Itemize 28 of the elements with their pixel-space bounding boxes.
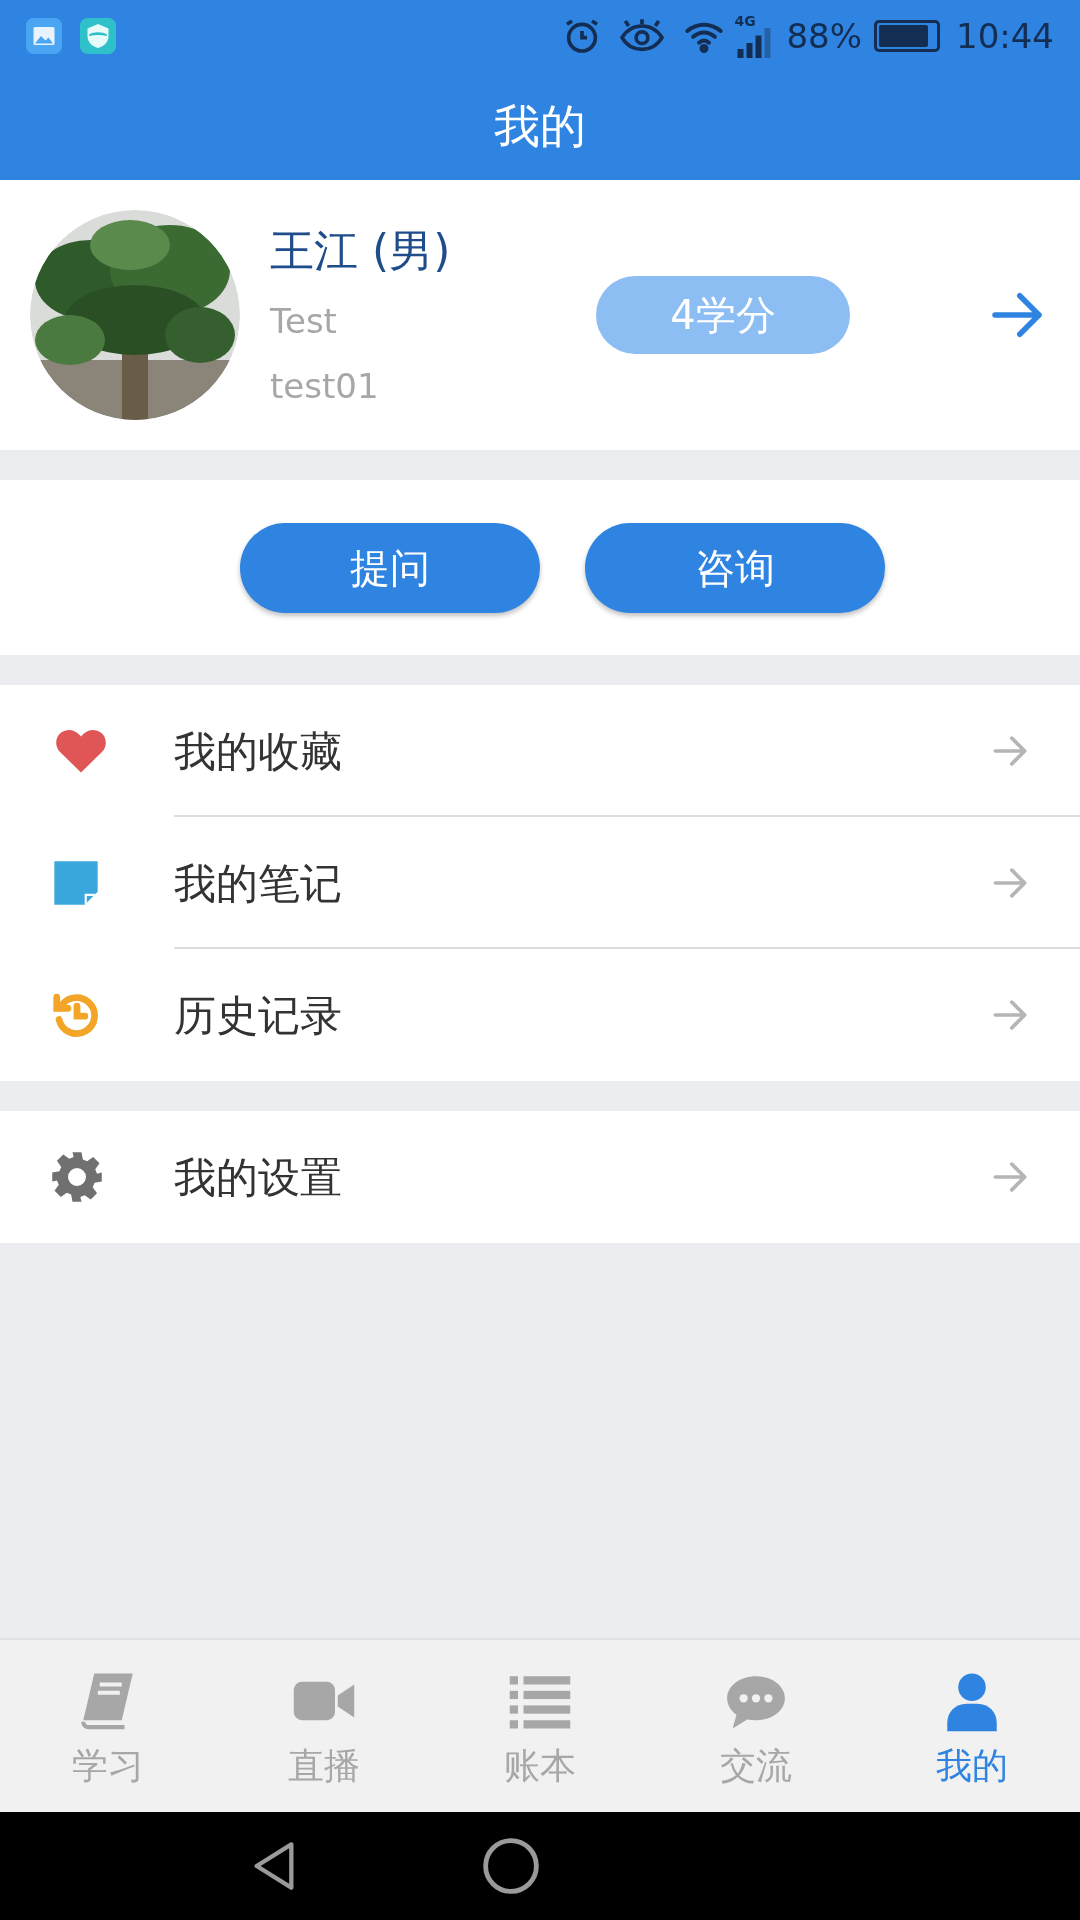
menu-item[interactable]: 我的收藏 — [0, 685, 1080, 817]
action-button[interactable]: 咨询 — [585, 522, 885, 613]
user-nickname: Test — [270, 300, 338, 343]
battery-percent: 88% — [786, 14, 862, 58]
menu-label: 历史记录 — [174, 989, 342, 1042]
user-id: test01 — [270, 364, 380, 407]
network-type: 4G — [734, 14, 756, 28]
shield-app-icon — [80, 18, 116, 54]
action-button[interactable]: 提问 — [240, 522, 540, 613]
tab-bar-item[interactable]: 账本 — [432, 1640, 648, 1812]
menu-label: 我的笔记 — [174, 857, 342, 910]
menu-label: 我的收藏 — [174, 725, 342, 778]
tab-bar-item[interactable]: 我的 — [864, 1640, 1080, 1812]
home-icon[interactable] — [482, 1837, 540, 1895]
status-time: 10:44 — [956, 14, 1054, 58]
page-title: 我的 — [494, 97, 586, 155]
settings-icon — [50, 1150, 104, 1204]
user-name: 王江 (男) — [270, 224, 451, 278]
gallery-app-icon — [26, 18, 62, 54]
menu-label: 我的设置 — [174, 1151, 342, 1204]
tab-bar-item[interactable]: 学习 — [0, 1640, 216, 1812]
menu-item[interactable]: 历史记录 — [0, 949, 1080, 1081]
tab-bar-item[interactable]: 交流 — [648, 1640, 864, 1812]
tab-bar-item[interactable]: 直播 — [216, 1640, 432, 1812]
menu-item[interactable]: 我的设置 — [0, 1111, 1080, 1243]
credit-badge: 4学分 — [596, 276, 850, 354]
menu-item[interactable]: 我的笔记 — [0, 817, 1080, 949]
battery-icon — [874, 20, 940, 52]
